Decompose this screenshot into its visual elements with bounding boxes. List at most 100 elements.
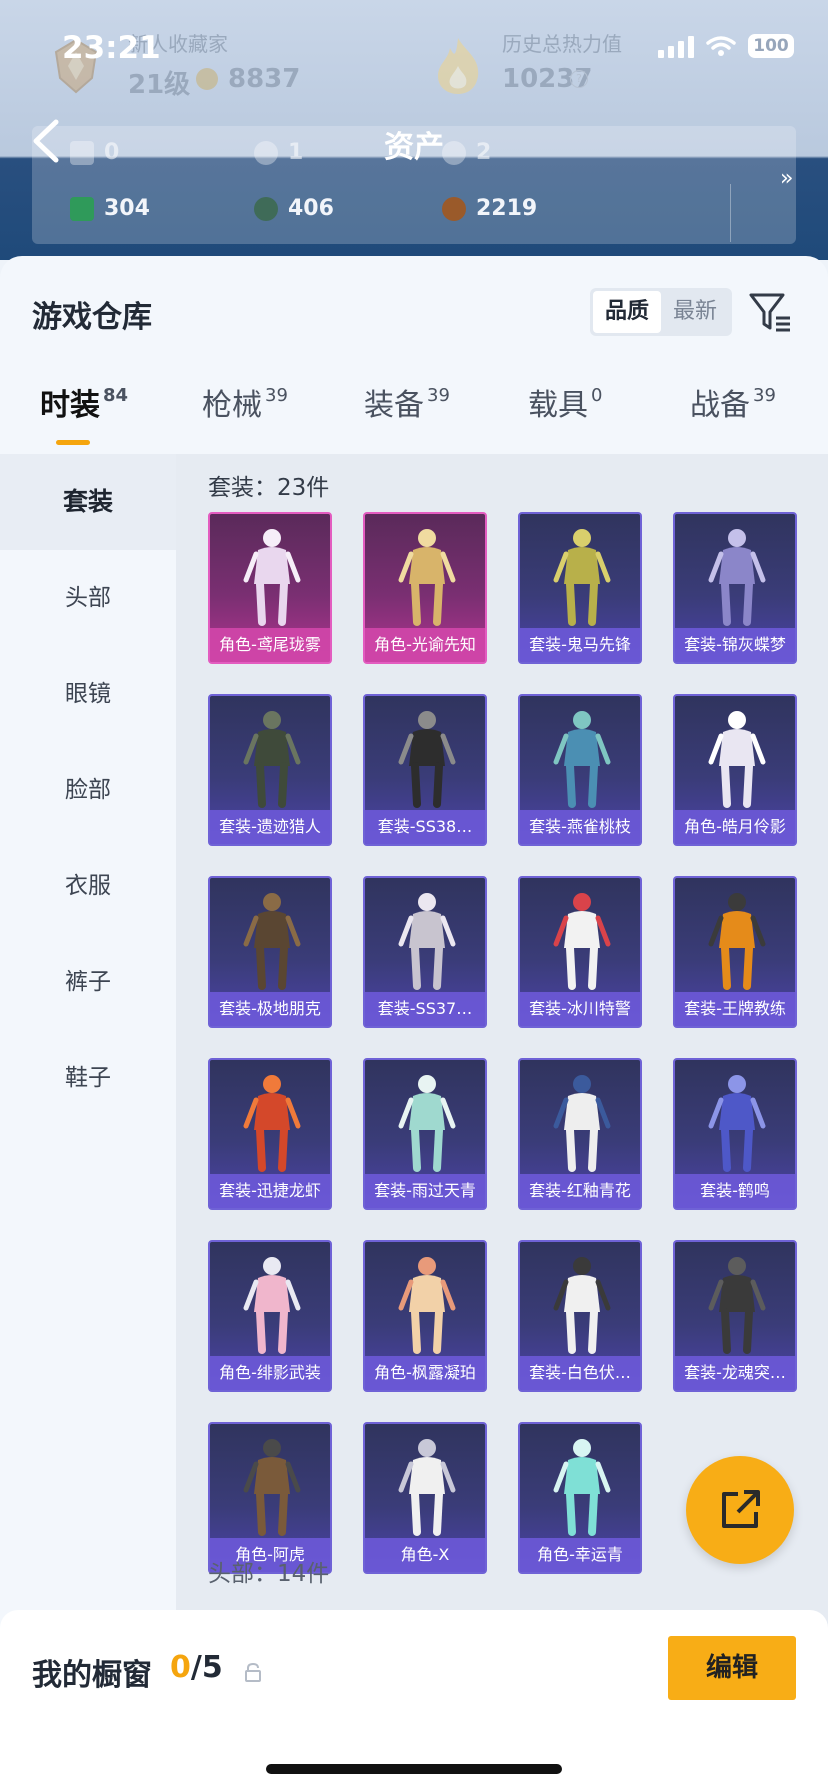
side-item-face[interactable]: 脸部 (0, 742, 176, 838)
outfit-figure-icon (553, 893, 611, 990)
outfit-figure-icon (708, 1257, 766, 1354)
asset-more-button[interactable]: » (780, 166, 793, 191)
item-card[interactable]: 套装-遗迹猎人 (208, 694, 332, 846)
edit-button[interactable]: 编辑 (668, 1636, 796, 1700)
item-card[interactable]: 套装-白色伏… (518, 1240, 642, 1392)
warehouse-title: 游戏仓库 (32, 300, 152, 335)
jade-coin-icon (254, 196, 278, 221)
item-card[interactable]: 套装-冰川特警 (518, 876, 642, 1028)
outfit-figure-icon (708, 893, 766, 990)
item-card[interactable]: 套装-鹤鸣 (673, 1058, 797, 1210)
outfit-figure-icon (553, 1075, 611, 1172)
outfit-figure-icon (243, 1439, 301, 1536)
item-card[interactable]: 角色-绯影武装 (208, 1240, 332, 1392)
outfit-figure-icon (708, 711, 766, 808)
outfit-figure-icon (398, 893, 456, 990)
item-card-label: 套装-锦灰蝶梦 (675, 628, 795, 662)
item-card[interactable]: 套装-鬼马先锋 (518, 512, 642, 664)
share-icon (722, 1490, 760, 1528)
item-card-label: 套装-鹤鸣 (675, 1174, 795, 1208)
item-card[interactable]: 角色-光谕先知 (363, 512, 487, 664)
filter-icon[interactable] (748, 290, 792, 334)
flame-icon (438, 38, 479, 94)
item-card[interactable]: 套装-王牌教练 (673, 876, 797, 1028)
coin-icon (196, 68, 218, 90)
outfit-figure-icon (553, 1439, 611, 1536)
item-card[interactable]: 角色-幸运青 (518, 1422, 642, 1574)
item-card-label: 角色-皓月伶影 (675, 810, 795, 844)
level-text: 21级 (128, 70, 191, 100)
home-indicator (266, 1764, 562, 1774)
outfit-figure-icon (553, 1257, 611, 1354)
side-menu: 套装 头部 眼镜 脸部 衣服 裤子 鞋子 (0, 454, 176, 1594)
tab-equipment[interactable]: 装备 39 (364, 380, 450, 424)
item-card[interactable]: 套装-SS38… (363, 694, 487, 846)
item-card[interactable]: 套装-燕雀桃枝 (518, 694, 642, 846)
section-label: 套装：23件 (208, 475, 330, 501)
outfit-figure-icon (243, 1257, 301, 1354)
item-card[interactable]: 套装-极地朋克 (208, 876, 332, 1028)
item-card[interactable]: 套装-红釉青花 (518, 1058, 642, 1210)
item-card-label: 套装-鬼马先锋 (520, 628, 640, 662)
side-item-pants[interactable]: 裤子 (0, 934, 176, 1030)
lock-icon (245, 1662, 261, 1682)
heat-title: 历史总热力值 (502, 32, 622, 56)
item-card[interactable]: 套装-SS37… (363, 876, 487, 1028)
outfit-figure-icon (243, 711, 301, 808)
share-button[interactable] (686, 1456, 794, 1564)
item-card-label: 角色-枫露凝珀 (365, 1356, 485, 1390)
outfit-figure-icon (398, 711, 456, 808)
category-tabs: 时装 84 枪械 39 装备 39 载具 0 战备 39 (0, 380, 828, 450)
outfit-figure-icon (243, 529, 301, 626)
item-card[interactable]: 角色-皓月伶影 (673, 694, 797, 846)
item-card-label: 套装-冰川特警 (520, 992, 640, 1026)
tab-vehicles[interactable]: 载具 0 (528, 380, 602, 424)
item-card-label: 角色-绯影武装 (210, 1356, 330, 1390)
asset-item: 2219 (442, 196, 537, 221)
bronze-coin-icon (442, 196, 466, 221)
item-card-label: 套装-龙魂突… (675, 1356, 795, 1390)
green-card-icon (70, 196, 94, 221)
item-card[interactable]: 套装-锦灰蝶梦 (673, 512, 797, 664)
item-card-label: 套装-燕雀桃枝 (520, 810, 640, 844)
outfit-figure-icon (553, 711, 611, 808)
item-card[interactable]: 角色-枫露凝珀 (363, 1240, 487, 1392)
asset-panel: 0 1 2 304 406 2219 » (32, 126, 796, 244)
item-card[interactable]: 套装-龙魂突… (673, 1240, 797, 1392)
side-item-shoes[interactable]: 鞋子 (0, 1030, 176, 1126)
asset-item: 1 (254, 140, 303, 165)
side-item-suit[interactable]: 套装 (0, 454, 176, 550)
item-card[interactable]: 套装-雨过天青 (363, 1058, 487, 1210)
item-card-label: 套装-王牌教练 (675, 992, 795, 1026)
item-card[interactable]: 角色-X (363, 1422, 487, 1574)
item-card-label: 套装-SS37… (365, 992, 485, 1026)
tab-combat-gear[interactable]: 战备 39 (690, 380, 776, 424)
item-card[interactable]: 角色-鸢尾珑雾 (208, 512, 332, 664)
asset-item: 406 (254, 196, 334, 221)
tab-fashion[interactable]: 时装 84 (40, 380, 128, 424)
outfit-figure-icon (398, 1257, 456, 1354)
asset-item: 2 (442, 140, 491, 165)
showcase-title: 我的橱窗 (32, 1658, 152, 1693)
active-tab-indicator (56, 440, 90, 445)
outfit-figure-icon (398, 529, 456, 626)
outfit-figure-icon (553, 529, 611, 626)
warehouse-sheet: 游戏仓库 品质 最新 时装 84 枪械 39 装备 39 载具 0 战备 39 套装 头部… (0, 256, 828, 1792)
item-card-label: 套装-白色伏… (520, 1356, 640, 1390)
item-card[interactable]: 角色-阿虎 (208, 1422, 332, 1574)
gold-token-icon (442, 140, 466, 165)
asset-item: 0 (70, 140, 119, 165)
tab-firearms[interactable]: 枪械 39 (202, 380, 288, 424)
heat-help-icon[interactable]: ? (570, 70, 588, 88)
item-card-label: 套装-遗迹猎人 (210, 810, 330, 844)
item-card-label: 角色-鸢尾珑雾 (210, 628, 330, 662)
side-item-head[interactable]: 头部 (0, 550, 176, 646)
side-item-clothes[interactable]: 衣服 (0, 838, 176, 934)
item-card[interactable]: 套装-迅捷龙虾 (208, 1058, 332, 1210)
sort-newest-button[interactable]: 最新 (661, 291, 729, 333)
status-time: 23:21 (62, 30, 161, 66)
showcase-count: 0/5 (170, 1650, 223, 1685)
side-item-glasses[interactable]: 眼镜 (0, 646, 176, 742)
item-card-label: 角色-光谕先知 (365, 628, 485, 662)
sort-quality-button[interactable]: 品质 (593, 291, 661, 333)
